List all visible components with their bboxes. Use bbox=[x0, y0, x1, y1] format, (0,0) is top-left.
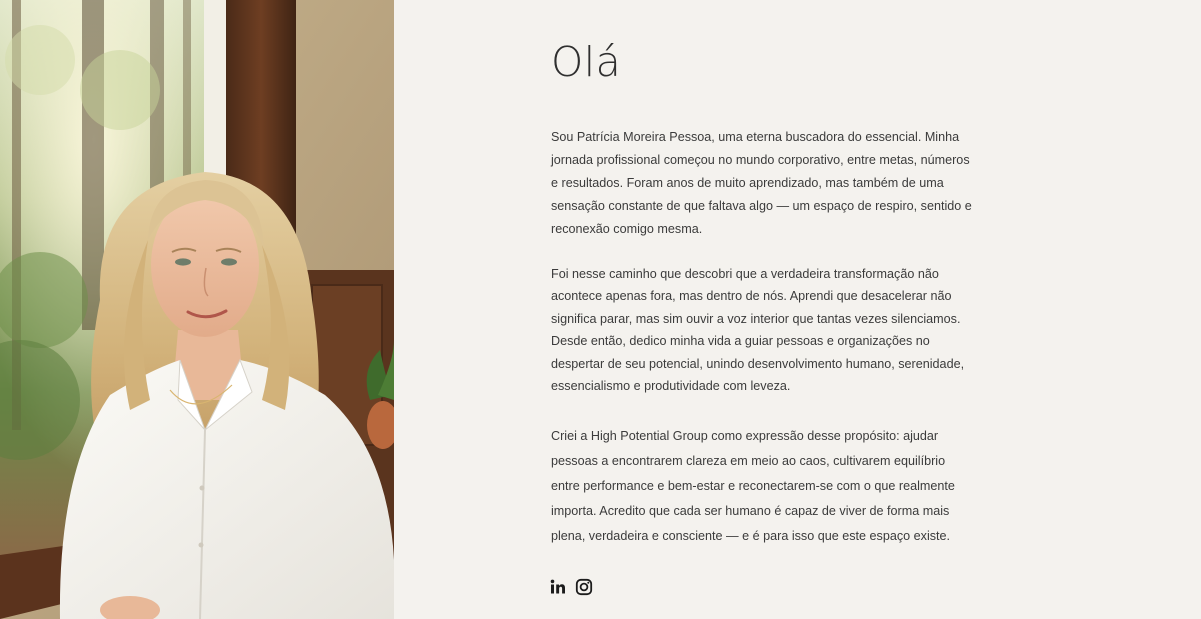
journey-paragraph: Foi nesse caminho que descobri que a ver… bbox=[551, 267, 965, 394]
instagram-icon bbox=[575, 578, 593, 596]
portrait-photo bbox=[0, 0, 394, 619]
instagram-link[interactable] bbox=[574, 577, 594, 597]
social-links bbox=[548, 577, 594, 597]
about-page: Olá Sou Patrícia Moreira Pessoa, uma ete… bbox=[0, 0, 1201, 619]
linkedin-icon bbox=[550, 579, 565, 594]
linkedin-link[interactable] bbox=[548, 577, 568, 597]
purpose-paragraph: Criei a High Potential Group como expres… bbox=[551, 429, 955, 543]
intro-paragraph: Sou Patrícia Moreira Pessoa, uma eterna … bbox=[551, 130, 972, 236]
page-title: Olá bbox=[551, 38, 622, 86]
